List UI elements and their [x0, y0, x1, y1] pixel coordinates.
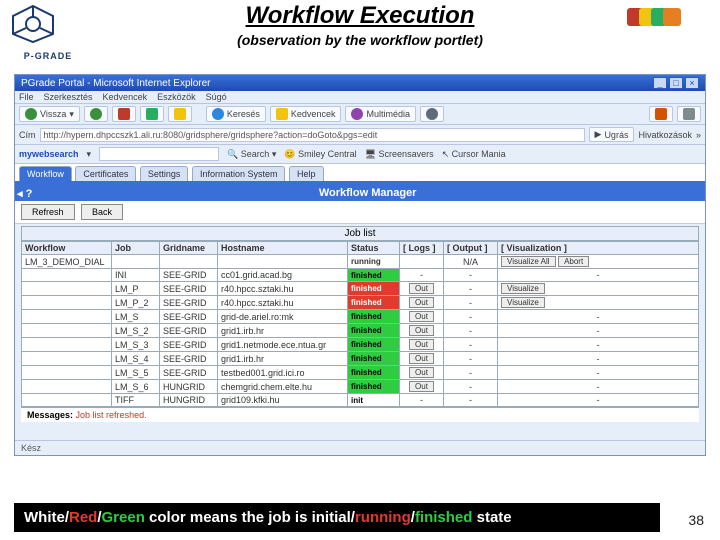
refresh-button	[140, 106, 164, 122]
browser-toolbar[interactable]: Vissza ▾ Keresés Kedvencek Multimédia	[15, 104, 705, 125]
message-row: Messages: Job list refreshed.	[21, 407, 699, 422]
visualize-all-button[interactable]: Visualize All	[501, 256, 556, 267]
tab-infosystem: Information System	[192, 166, 286, 181]
table-row: LM_S_6HUNGRIDchemgrid.chem.elte.hufinish…	[22, 380, 699, 394]
logo-puzzle	[630, 8, 710, 48]
slide-subtitle: (observation by the workflow portlet)	[120, 32, 600, 48]
back-button[interactable]: Back	[81, 204, 123, 220]
table-row: LM_PSEE-GRIDr40.hpcc.sztaki.hufinishedOu…	[22, 282, 699, 296]
browser-statusbar: Kész	[15, 440, 705, 455]
minimize-icon: _	[653, 77, 667, 89]
visualize-button[interactable]: Visualize	[501, 297, 545, 308]
table-row: LM_SSEE-GRIDgrid-de.ariel.ro:mkfinishedO…	[22, 310, 699, 324]
home-button	[168, 106, 192, 122]
tab-settings: Settings	[140, 166, 189, 181]
page-number: 38	[688, 512, 704, 528]
browser-window: PGrade Portal - Microsoft Internet Explo…	[14, 74, 706, 456]
mail-button	[649, 106, 673, 122]
search-button: Keresés	[206, 106, 266, 122]
refresh-button[interactable]: Refresh	[21, 204, 75, 220]
portal-tabs[interactable]: Workflow Certificates Settings Informati…	[15, 164, 705, 182]
window-title: PGrade Portal - Microsoft Internet Explo…	[21, 78, 211, 89]
address-bar[interactable]: Cím ▶ Ugrás Hivatkozások»	[15, 125, 705, 145]
browser-titlebar: PGrade Portal - Microsoft Internet Explo…	[15, 75, 705, 91]
logo-pgrade: P-GRADE	[8, 4, 88, 64]
abort-button[interactable]: Abort	[558, 256, 589, 267]
table-row: INISEE-GRIDcc01.grid.acad.bgfinished---	[22, 269, 699, 282]
print-button	[677, 106, 701, 122]
tab-certificates: Certificates	[75, 166, 136, 181]
media-button: Multimédia	[345, 106, 416, 122]
table-row: LM_S_3SEE-GRIDgrid1.netmode.ece.ntua.grf…	[22, 338, 699, 352]
close-icon: ×	[685, 77, 699, 89]
history-button	[420, 106, 444, 122]
table-row: LM_S_4SEE-GRIDgrid1.irb.hrfinishedOut--	[22, 352, 699, 366]
stop-button	[112, 106, 136, 122]
slide-title: Workflow Execution	[120, 2, 600, 30]
forward-button	[84, 106, 108, 122]
browser-menubar[interactable]: FileSzerkesztésKedvencekEszközökSúgó	[15, 91, 705, 104]
maximize-icon: □	[669, 77, 683, 89]
address-input[interactable]	[40, 128, 585, 142]
search-input[interactable]	[99, 147, 219, 161]
go-button[interactable]: ▶ Ugrás	[589, 127, 635, 142]
search-toolbar[interactable]: mywebsearch ▾ 🔍 Search ▾ 😊 Smiley Centra…	[15, 145, 705, 164]
table-row: LM_P_2SEE-GRIDr40.hpcc.sztaki.hufinished…	[22, 296, 699, 310]
favorites-button: Kedvencek	[270, 106, 342, 122]
slide-caption: White/Red/Green color means the job is i…	[14, 503, 660, 532]
tab-workflow: Workflow	[19, 166, 72, 181]
portlet-title: Workflow Manager	[319, 187, 417, 199]
job-table: WorkflowJobGridnameHostnameStatus[ Logs …	[21, 241, 699, 407]
tab-help: Help	[289, 166, 324, 181]
window-controls[interactable]: _□×	[651, 77, 699, 89]
table-row: LM_S_5SEE-GRIDtestbed001.grid.ici.rofini…	[22, 366, 699, 380]
logo-text: P-GRADE	[8, 51, 88, 61]
table-row: LM_S_2SEE-GRIDgrid1.irb.hrfinishedOut--	[22, 324, 699, 338]
table-row: TIFFHUNGRIDgrid109.kfki.huinit---	[22, 394, 699, 407]
back-button: Vissza ▾	[19, 106, 80, 122]
joblist-header: Job list	[21, 226, 699, 241]
visualize-button[interactable]: Visualize	[501, 283, 545, 294]
